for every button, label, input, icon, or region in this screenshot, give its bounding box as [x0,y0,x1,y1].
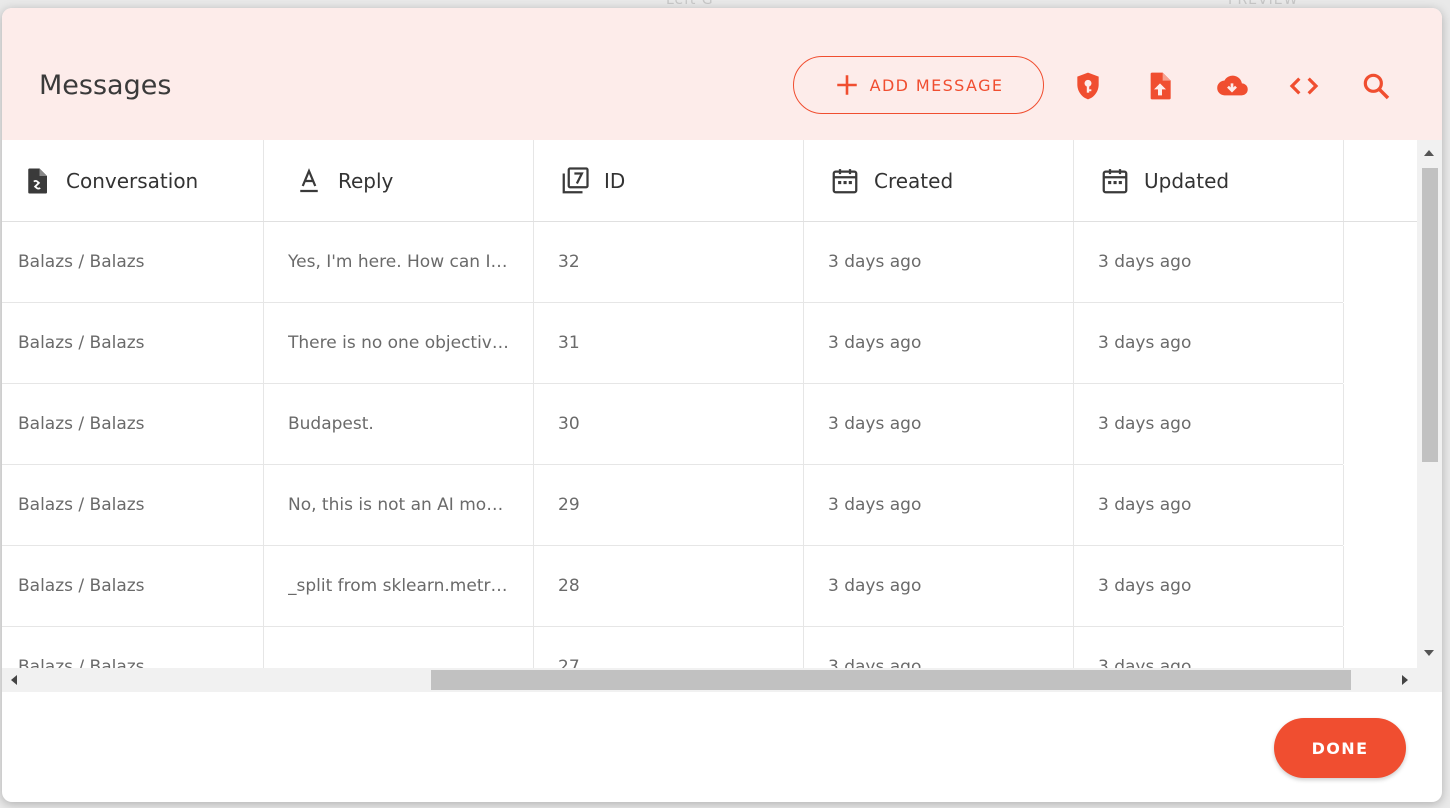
horizontal-scrollbar[interactable] [2,668,1417,692]
scroll-down-arrow-icon[interactable] [1424,650,1434,656]
id-cell: 28 [534,546,804,626]
updated-cell: 3 days ago [1074,384,1344,464]
updated-cell: 3 days ago [1074,627,1344,668]
calendar-icon [1098,164,1132,198]
horizontal-scroll-thumb[interactable] [431,670,1351,690]
updated-cell: 3 days ago [1074,546,1344,626]
dialog-body: Conversation Reply ID Created Updated Ba… [2,8,1442,802]
table-row[interactable]: Balazs / Balazs No, this is not an AI mo… [2,465,1344,546]
reply-cell: No, this is not an AI model. [264,465,534,545]
column-header-created[interactable]: Created [804,140,1074,221]
column-header-conversation[interactable]: Conversation [2,140,264,221]
conversation-cell: Balazs / Balazs [2,384,264,464]
column-header-updated[interactable]: Updated [1074,140,1344,221]
column-label: Conversation [66,168,199,193]
id-cell: 30 [534,384,804,464]
scroll-right-arrow-icon[interactable] [1402,675,1408,685]
table-header: Conversation Reply ID Created Updated [2,140,1417,222]
updated-cell: 3 days ago [1074,465,1344,545]
numeric-7-box-icon [558,164,592,198]
messages-table: Conversation Reply ID Created Updated Ba… [2,140,1417,668]
conversation-cell: Balazs / Balazs [2,222,264,302]
created-cell: 3 days ago [804,384,1074,464]
scroll-left-arrow-icon[interactable] [11,675,17,685]
reply-cell [264,627,534,668]
id-cell: 27 [534,627,804,668]
reply-cell: Budapest. [264,384,534,464]
created-cell: 3 days ago [804,627,1074,668]
reply-cell: Yes, I'm here. How can I help you? [264,222,534,302]
background-label: Left G [666,0,714,8]
created-cell: 3 days ago [804,546,1074,626]
file-link-icon [20,164,54,198]
id-cell: 32 [534,222,804,302]
text-format-icon [292,164,326,198]
conversation-cell: Balazs / Balazs [2,465,264,545]
created-cell: 3 days ago [804,465,1074,545]
scrollbar-corner [1417,668,1442,692]
table-row[interactable]: Balazs / Balazs Yes, I'm here. How can I… [2,222,1344,303]
id-cell: 29 [534,465,804,545]
table-row[interactable]: Balazs / Balazs Budapest. 30 3 days ago … [2,384,1344,465]
conversation-cell: Balazs / Balazs [2,546,264,626]
conversation-cell: Balazs / Balazs [2,303,264,383]
column-header-reply[interactable]: Reply [264,140,534,221]
column-label: ID [604,168,626,193]
column-label: Created [874,168,954,193]
scroll-up-arrow-icon[interactable] [1424,150,1434,156]
created-cell: 3 days ago [804,222,1074,302]
reply-cell: There is no one objective answer [264,303,534,383]
updated-cell: 3 days ago [1074,222,1344,302]
table-row[interactable]: Balazs / Balazs There is no one objectiv… [2,303,1344,384]
table-row[interactable]: Balazs / Balazs _split from sklearn.metr… [2,546,1344,627]
column-label: Reply [338,168,394,193]
background-preview-label: PREVIEW [1228,0,1299,8]
created-cell: 3 days ago [804,303,1074,383]
table-row[interactable]: Balazs / Balazs 27 3 days ago 3 days ago [2,627,1344,668]
column-label: Updated [1144,168,1230,193]
column-header-id[interactable]: ID [534,140,804,221]
done-button[interactable]: DONE [1274,718,1406,778]
calendar-icon [828,164,862,198]
vertical-scrollbar[interactable] [1417,140,1442,668]
conversation-cell: Balazs / Balazs [2,627,264,668]
vertical-scroll-thumb[interactable] [1422,168,1438,462]
id-cell: 31 [534,303,804,383]
reply-cell: _split from sklearn.metrics import [264,546,534,626]
updated-cell: 3 days ago [1074,303,1344,383]
